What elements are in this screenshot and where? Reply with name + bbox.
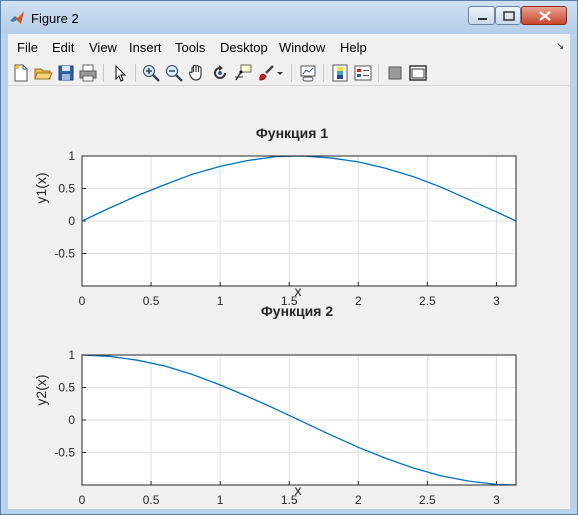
menu-view[interactable]: View [89, 40, 117, 55]
axes-2-xtick-label: 2.5 [419, 493, 436, 507]
show-plot-tools-icon[interactable] [408, 63, 428, 83]
menu-window[interactable]: Window [279, 40, 325, 55]
brush-icon[interactable] [256, 63, 276, 83]
menu-bar: File Edit View Insert Tools Desktop Wind… [8, 34, 570, 61]
rotate-3d-icon[interactable] [210, 63, 230, 83]
hide-plot-tools-icon[interactable] [385, 63, 405, 83]
insert-colorbar-icon[interactable] [330, 63, 350, 83]
axes-2-xtick-label: 2 [355, 493, 362, 507]
axes-2-xtick-label: 0.5 [143, 493, 160, 507]
axes-1-ytick-label: 0.5 [58, 182, 75, 196]
menu-desktop[interactable]: Desktop [220, 40, 268, 55]
axes-1-ytick-label: -0.5 [54, 247, 75, 261]
menu-file[interactable]: File [17, 40, 38, 55]
maximize-button[interactable] [495, 6, 521, 25]
print-icon[interactable] [78, 63, 98, 83]
plot-area[interactable]: Функция 1 x y1(x) 0 0.5 1 1.5 2 2.5 310.50-0.5… [8, 86, 570, 509]
axes-2-ytick-label: 1 [68, 348, 75, 362]
axes-2-title: Функция 2 [261, 303, 333, 319]
insert-legend-icon[interactable] [353, 63, 373, 83]
axes-1-ytick-label: 1 [68, 149, 75, 163]
menu-tools[interactable]: Tools [175, 40, 205, 55]
maximize-icon [503, 11, 515, 21]
axes-2-ytick-label: 0.5 [58, 381, 75, 395]
menu-help[interactable]: Help [340, 40, 367, 55]
axes-1-xtick-label: 2.5 [419, 294, 436, 308]
axes-2-xtick-label: 0 [79, 493, 86, 507]
close-button[interactable] [521, 6, 567, 25]
new-figure-icon[interactable] [11, 63, 31, 83]
data-cursor-icon[interactable] [233, 63, 253, 83]
axes-2-ytick-label: 0 [68, 413, 75, 427]
axes-2-ytick-label: -0.5 [54, 446, 75, 460]
toolbar-separator [135, 64, 136, 82]
axes-1-ylabel: y1(x) [33, 172, 49, 203]
axes-1-xtick-label: 0.5 [143, 294, 160, 308]
menubar-dock-arrow-icon[interactable]: ↘ [556, 41, 564, 52]
save-icon[interactable] [56, 63, 76, 83]
link-plot-icon[interactable] [298, 63, 318, 83]
toolbar-separator [323, 64, 324, 82]
axes-1-xtick-label: 1 [217, 294, 224, 308]
axes-1-xtick-label: 2 [355, 294, 362, 308]
toolbar-separator [103, 64, 104, 82]
figure-canvas: Функция 1 x y1(x) 0 0.5 1 1.5 2 2.5 3 1 0.5 0 -0.5… [8, 86, 570, 509]
axes-2[interactable]: Функция 2 x y2(x) 0 0.5 1 1.5 2 2.5 310.50-0.5 [33, 303, 517, 507]
brush-dropdown-icon[interactable] [275, 63, 285, 83]
axes-2-xtick-label: 1.5 [281, 493, 298, 507]
window-title: Figure 2 [31, 11, 79, 26]
matlab-logo-icon [10, 11, 24, 24]
axes-2-ylabel: y2(x) [33, 374, 49, 405]
zoom-in-icon[interactable] [141, 63, 161, 83]
figure-window: Figure 2 File Edit View Insert Tools Des… [0, 0, 578, 515]
axes-1-xtick-label: 0 [79, 294, 86, 308]
toolbar-separator [378, 64, 379, 82]
toolbar-separator [291, 64, 292, 82]
axes-1-xtick-label: 3 [493, 294, 500, 308]
open-file-icon[interactable] [33, 63, 53, 83]
axes-1[interactable]: Функция 1 x y1(x) 0 0.5 1 1.5 2 2.5 310.50-0.5 [33, 125, 517, 308]
zoom-out-icon[interactable] [164, 63, 184, 83]
minimize-button[interactable] [468, 6, 495, 25]
pan-hand-icon[interactable] [187, 63, 207, 83]
figure-toolbar [8, 61, 570, 86]
menu-insert[interactable]: Insert [129, 40, 162, 55]
close-icon [539, 11, 551, 21]
axes-2-xtick-label: 1 [217, 493, 224, 507]
title-bar[interactable]: Figure 2 [1, 1, 577, 34]
menu-edit[interactable]: Edit [52, 40, 74, 55]
minimize-icon [478, 18, 487, 20]
edit-plot-arrow-icon[interactable] [110, 63, 130, 83]
axes-1-title: Функция 1 [256, 125, 328, 141]
axes-2-xtick-label: 3 [493, 493, 500, 507]
axes-1-ytick-label: 0 [68, 214, 75, 228]
client-area: File Edit View Insert Tools Desktop Wind… [8, 34, 570, 509]
